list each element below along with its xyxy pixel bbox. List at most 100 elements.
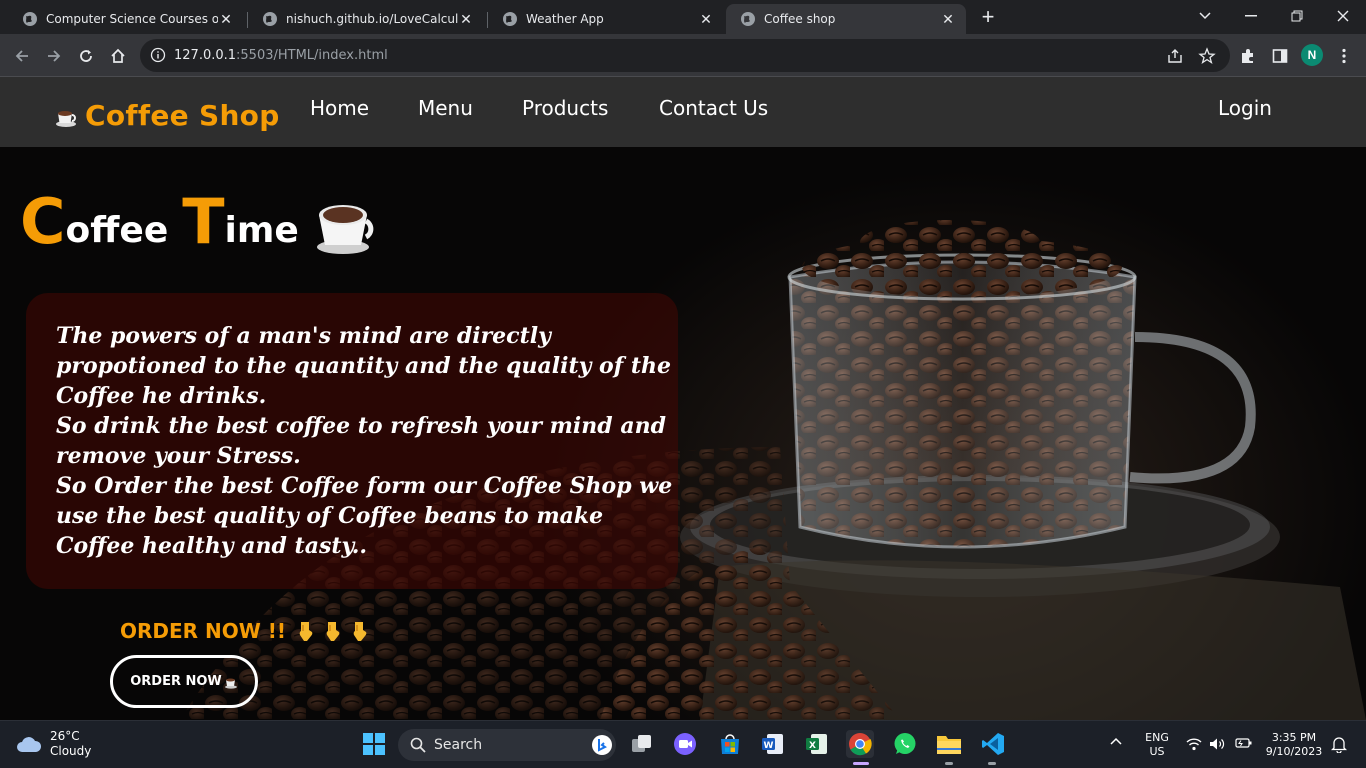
globe-icon bbox=[502, 11, 518, 27]
close-icon[interactable]: ✕ bbox=[218, 11, 234, 28]
file-explorer-button[interactable] bbox=[935, 730, 963, 758]
quote-line: use the best quality of Coffee beans to … bbox=[56, 503, 604, 529]
task-view-button[interactable] bbox=[628, 730, 656, 758]
svg-text:X: X bbox=[809, 741, 816, 751]
nav-menu[interactable]: Menu bbox=[418, 96, 473, 120]
reload-button[interactable] bbox=[74, 44, 98, 68]
word-button[interactable]: W bbox=[759, 730, 787, 758]
nav-contact-us[interactable]: Contact Us bbox=[659, 96, 768, 120]
browser-tabstrip: Computer Science Courses on Le ✕ nishuch… bbox=[0, 0, 1366, 34]
language-code: ENG bbox=[1145, 731, 1169, 744]
vscode-button[interactable] bbox=[979, 730, 1007, 758]
url-text[interactable]: 127.0.0.1:5503/HTML/index.html bbox=[174, 48, 388, 63]
taskbar-search[interactable]: Search bbox=[398, 729, 616, 761]
chrome-button[interactable] bbox=[846, 730, 874, 758]
tab-computer-science-courses[interactable]: Computer Science Courses on Le ✕ bbox=[8, 4, 244, 34]
weather-temperature: 26°C bbox=[50, 729, 80, 743]
clock-time: 3:35 PM bbox=[1271, 731, 1317, 744]
bing-icon[interactable] bbox=[592, 735, 612, 755]
home-button[interactable] bbox=[106, 44, 130, 68]
show-hidden-icons-button[interactable] bbox=[1110, 735, 1122, 749]
whatsapp-button[interactable] bbox=[891, 730, 919, 758]
puzzle-icon bbox=[1242, 49, 1253, 63]
minimize-icon bbox=[1245, 15, 1257, 17]
profile-avatar[interactable]: N bbox=[1301, 44, 1323, 66]
brand-name: Coffee Shop bbox=[85, 99, 280, 132]
star-icon[interactable] bbox=[1198, 47, 1216, 65]
order-now-text: ORDER NOW !! bbox=[120, 619, 287, 643]
nav-home[interactable]: Home bbox=[310, 96, 369, 120]
folder-icon bbox=[937, 736, 961, 754]
minimize-button[interactable] bbox=[1228, 4, 1274, 28]
volume-icon[interactable] bbox=[1209, 737, 1225, 755]
login-link[interactable]: Login bbox=[1218, 96, 1272, 120]
cloud-icon bbox=[17, 737, 42, 752]
tab-title: nishuch.github.io/LoveCalculator bbox=[286, 12, 458, 26]
kebab-menu-icon bbox=[1342, 48, 1346, 64]
vscode-icon bbox=[982, 733, 1004, 755]
site-header: Coffee Shop Home Menu Products Contact U… bbox=[0, 77, 1366, 147]
close-icon[interactable]: ✕ bbox=[458, 11, 474, 28]
share-icon[interactable] bbox=[1166, 47, 1184, 65]
window-close-button[interactable] bbox=[1320, 4, 1366, 28]
hero-title: C offee T ime bbox=[20, 191, 299, 253]
microsoft-store-button[interactable] bbox=[716, 730, 744, 758]
coffee-cup-icon bbox=[224, 678, 237, 689]
tab-coffee-shop[interactable]: Coffee shop ✕ bbox=[726, 4, 966, 34]
reload-icon bbox=[80, 50, 92, 62]
clock-date: 9/10/2023 bbox=[1265, 745, 1323, 758]
whatsapp-icon bbox=[894, 733, 916, 754]
clock[interactable]: 3:35 PM 9/10/2023 bbox=[1262, 731, 1326, 759]
arrow-right-icon bbox=[48, 50, 61, 62]
close-icon bbox=[1337, 10, 1349, 22]
pointing-down-hand-icon bbox=[353, 622, 367, 641]
info-icon[interactable] bbox=[150, 47, 166, 63]
start-button[interactable] bbox=[360, 730, 388, 758]
teams-chat-button[interactable] bbox=[671, 730, 699, 758]
word-icon: W bbox=[762, 734, 783, 754]
tab-love-calculator[interactable]: nishuch.github.io/LoveCalculator ✕ bbox=[248, 4, 484, 34]
pointing-down-hand-icon bbox=[299, 622, 313, 641]
svg-text:W: W bbox=[764, 741, 774, 751]
pointing-down-hand-icon bbox=[326, 622, 340, 641]
language-indicator[interactable]: ENG US bbox=[1140, 731, 1174, 759]
excel-icon: X bbox=[806, 734, 827, 754]
quote-line: The powers of a man's mind are directly bbox=[56, 323, 551, 349]
chrome-icon bbox=[849, 733, 872, 756]
arrow-left-icon bbox=[15, 50, 28, 62]
restore-button[interactable] bbox=[1274, 4, 1320, 28]
quote-line: propotioned to the quantity and the qual… bbox=[56, 353, 672, 379]
browser-menu-button[interactable] bbox=[1334, 46, 1354, 66]
side-panel-icon bbox=[1272, 49, 1288, 63]
browser-toolbar: 127.0.0.1:5503/HTML/index.html N bbox=[0, 34, 1366, 77]
hero-section: C offee T ime The powers of a man's mind… bbox=[0, 147, 1366, 720]
title-offee: offee bbox=[65, 210, 169, 251]
order-button-label: ORDER NOW bbox=[130, 674, 222, 689]
forward-button[interactable] bbox=[42, 44, 66, 68]
weather-widget[interactable]: 26°C Cloudy bbox=[16, 729, 91, 759]
order-now-button[interactable]: ORDER NOW bbox=[110, 655, 258, 708]
video-chat-icon bbox=[674, 733, 696, 755]
battery-icon[interactable] bbox=[1235, 737, 1253, 753]
excel-button[interactable]: X bbox=[803, 730, 831, 758]
search-icon bbox=[410, 737, 426, 753]
notifications-button[interactable] bbox=[1330, 735, 1348, 757]
task-view-icon bbox=[632, 735, 651, 752]
tab-title: Computer Science Courses on Le bbox=[46, 12, 218, 26]
tab-search-button[interactable] bbox=[1182, 4, 1228, 28]
quote-line: So drink the best coffee to refresh your… bbox=[56, 413, 666, 439]
restore-icon bbox=[1291, 10, 1303, 22]
new-tab-button[interactable]: + bbox=[976, 6, 1000, 30]
address-bar[interactable]: 127.0.0.1:5503/HTML/index.html bbox=[140, 39, 1230, 72]
nav-products[interactable]: Products bbox=[522, 96, 608, 120]
title-letter-c: C bbox=[20, 185, 66, 258]
side-panel-button[interactable] bbox=[1270, 46, 1290, 66]
brand-logo[interactable]: Coffee Shop bbox=[54, 99, 280, 132]
close-icon[interactable]: ✕ bbox=[940, 11, 956, 28]
home-icon bbox=[111, 48, 125, 63]
close-icon[interactable]: ✕ bbox=[698, 11, 714, 28]
tab-weather-app[interactable]: Weather App ✕ bbox=[488, 4, 724, 34]
extensions-button[interactable] bbox=[1238, 46, 1258, 66]
wifi-icon[interactable] bbox=[1186, 737, 1202, 755]
back-button[interactable] bbox=[10, 44, 34, 68]
